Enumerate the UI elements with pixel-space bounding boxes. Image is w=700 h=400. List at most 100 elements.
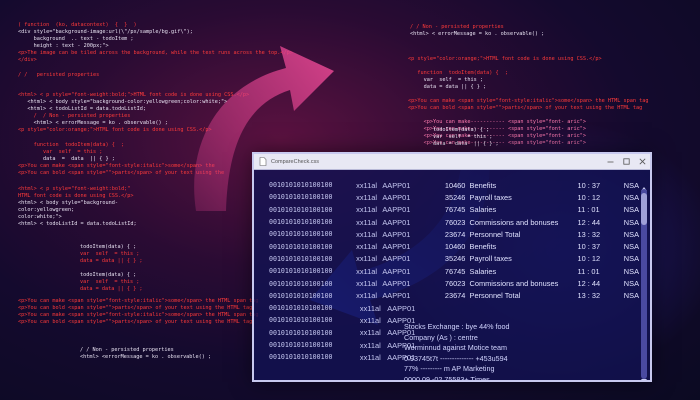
table-row[interactable]: 0010101010100100 xx11al AAPP01 35246 Payroll… xyxy=(269,253,639,265)
cell-code: xx11al xyxy=(356,279,377,289)
table-row[interactable]: 0010101010100100 xx11al AAPP01 35246 Payroll… xyxy=(269,191,639,203)
cell-label: Payroll taxes xyxy=(469,254,512,264)
cell-bin: 0010101010100100 xyxy=(269,341,333,349)
code-line: todoItem(data) { ; xyxy=(433,127,490,133)
code-line: var self = this ; xyxy=(80,251,140,257)
code-line: todoItem(data) { ; xyxy=(80,244,137,250)
cell-code: xx11al xyxy=(356,205,377,215)
scroll-thumb[interactable] xyxy=(641,193,647,225)
cell-bin: 0010101010100100 xyxy=(269,291,333,300)
code-line: HTML font code is done using CSS.</p> xyxy=(18,193,134,199)
cell-num: 76023 xyxy=(444,279,466,289)
maximize-button[interactable] xyxy=(618,154,634,169)
scroll-down-icon[interactable] xyxy=(641,379,647,380)
cell-ref: AAPP01 xyxy=(382,279,411,289)
code-line: todoItem(data) { ; xyxy=(80,272,137,278)
cell-num: 35246 xyxy=(444,254,466,264)
cell-num: 76023 xyxy=(444,217,466,227)
cell-ref: AAPP01 xyxy=(382,266,411,276)
cell-flag: NSA xyxy=(623,205,639,215)
code-line: data = data || { } ; xyxy=(408,84,487,90)
cell-code: xx11al xyxy=(356,254,377,264)
table-row[interactable]: 0010101010100100 xx11al AAPP01 76745 Salarie… xyxy=(269,265,639,277)
cell-time: 11 : 01 xyxy=(577,205,600,215)
window-title: CompareCheck.css xyxy=(271,158,319,165)
cell-flag: NSA xyxy=(623,266,639,276)
cell-bin: 0010101010100100 xyxy=(269,316,333,325)
cell-bin: 0010101010100100 xyxy=(269,230,333,239)
cell-ref: AAPP01 xyxy=(387,303,416,313)
code-line: color:white;"> xyxy=(18,214,62,220)
table-row[interactable]: 0010101010100100 xx11al AAPP01 76745 Salarie… xyxy=(269,204,639,216)
cell-time: 13 : 32 xyxy=(577,229,601,239)
code-line: function todoItem(data) { ; xyxy=(408,70,508,76)
cell-label: Salaries xyxy=(469,266,497,276)
code-line: <p>You can make----------- <span style="… xyxy=(408,119,587,125)
cell-flag: NSA xyxy=(623,229,639,239)
table-row[interactable]: 0010101010100100 xx11al AAPP01 xyxy=(269,302,639,314)
cell-flag: NSA xyxy=(623,254,639,264)
cell-ref: AAPP01 xyxy=(382,217,411,227)
code-line: var self = this ; xyxy=(80,279,140,285)
close-button[interactable] xyxy=(634,154,650,169)
cell-code: xx11al xyxy=(359,328,381,338)
cell-bin: 0010101010100100 xyxy=(269,205,333,214)
cell-time: 10 : 37 xyxy=(577,180,601,190)
table-row[interactable]: 0010101010100100 xx11al AAPP01 76023 Commiss… xyxy=(269,277,639,289)
table-row[interactable]: 0010101010100100 xx11al AAPP01 10460 Benefit… xyxy=(269,179,639,191)
cell-code: xx11al xyxy=(359,315,381,325)
cell-ref: AAPP01 xyxy=(382,254,411,264)
code-line: <p>You can bold <span style="">parts</sp… xyxy=(18,319,253,325)
cell-time: 12 : 44 xyxy=(577,279,601,289)
cell-ref: AAPP01 xyxy=(382,229,411,239)
code-line: <html> < p style="font-weight:bold;" xyxy=(18,186,131,192)
code-line: <p style="color:orange;">HTML font code … xyxy=(408,56,602,62)
cell-time: 13 : 32 xyxy=(577,291,601,301)
table-row[interactable]: 0010101010100100 xx11al AAPP01 76023 Commiss… xyxy=(269,216,639,228)
footer-line: Company (As ) : centre xyxy=(404,332,478,342)
code-line: / / persisted properties xyxy=(18,72,100,78)
cell-bin: 0010101010100100 xyxy=(269,267,333,276)
footer-line: Stocks Exchange : bye 44% food xyxy=(404,322,510,331)
code-line: <p>You can make <span style="font-style:… xyxy=(408,98,649,104)
cell-time: 10 : 12 xyxy=(577,192,601,202)
minimize-icon xyxy=(607,161,613,163)
window-titlebar[interactable]: CompareCheck.css xyxy=(254,154,650,170)
cell-flag: NSA xyxy=(623,291,639,301)
cell-ref: AAPP01 xyxy=(382,192,411,202)
close-icon xyxy=(639,158,645,165)
code-line: <html> < errorMessage = ko . observable(… xyxy=(410,31,545,37)
code-snippet-left-5: <html> < p style="font-weight:bold;" HTML… xyxy=(18,186,137,228)
cell-ref: AAPP01 xyxy=(382,242,411,252)
cell-num: 23674 xyxy=(444,229,466,239)
code-line: <p>You can make <span style="font-style:… xyxy=(18,312,259,318)
code-line: <p>You can bold <span style="">parts</sp… xyxy=(408,105,643,111)
table-row[interactable]: 0010101010100100 xx11al AAPP01 23674 Personn… xyxy=(269,290,639,302)
cell-num: 76745 xyxy=(444,205,466,215)
code-line: var self = this ; xyxy=(433,134,493,140)
cell-bin: 0010101010100100 xyxy=(269,193,333,202)
cell-label: Personnel Total xyxy=(469,229,521,239)
cell-code: xx11al xyxy=(356,180,377,190)
code-line: data = data || { } ; xyxy=(433,141,499,147)
cell-label: Commissions and bonuses xyxy=(469,279,559,289)
cell-bin: 0010101010100100 xyxy=(269,328,333,337)
table-row[interactable]: 0010101010100100 xx11al AAPP01 10460 Benefit… xyxy=(269,240,639,252)
cell-num: 10460 xyxy=(444,242,466,252)
table-row[interactable]: 0010101010100100 xx11al AAPP01 23674 Personn… xyxy=(269,228,639,240)
cell-label: Commissions and bonuses xyxy=(469,217,559,227)
cell-num: 35246 xyxy=(444,192,466,202)
cell-code: xx11al xyxy=(356,291,377,301)
cell-code: xx11al xyxy=(359,352,381,362)
code-line: <p>You can bold <span style="">parts</sp… xyxy=(18,305,253,311)
footer-line: Worminnud against Motice team xyxy=(404,343,507,352)
cell-code: xx11al xyxy=(359,303,381,313)
code-line: <html> < body style="background- xyxy=(18,200,118,206)
minimize-button[interactable] xyxy=(602,154,618,169)
cell-time: 10 : 12 xyxy=(577,254,601,264)
code-line: / / Non - persisted properties xyxy=(80,347,174,353)
footer-line: 77% --------- m AP Marketing xyxy=(404,364,495,373)
cell-ref: AAPP01 xyxy=(382,180,411,190)
vertical-scrollbar[interactable] xyxy=(641,189,647,379)
